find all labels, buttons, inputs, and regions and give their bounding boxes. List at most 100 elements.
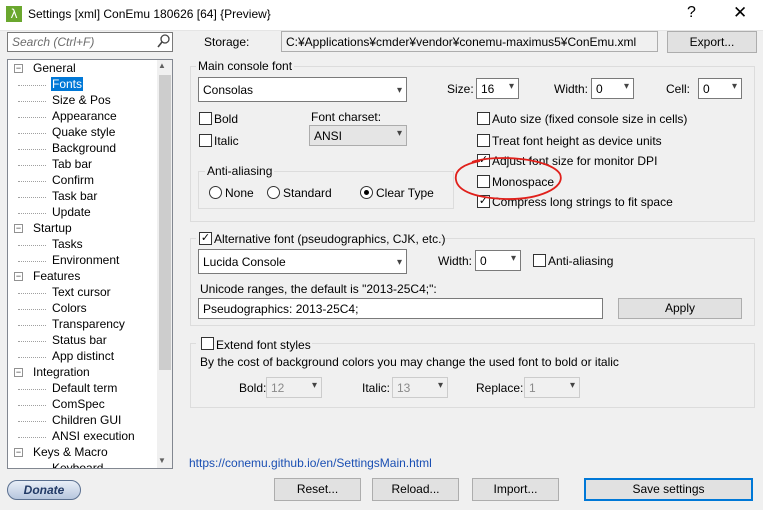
tree-connector bbox=[18, 117, 46, 118]
tree-connector bbox=[18, 181, 46, 182]
treat-height-checkbox[interactable] bbox=[477, 134, 490, 147]
tree-connector bbox=[18, 325, 46, 326]
tree-item-keyboard[interactable]: Keyboard bbox=[51, 461, 104, 468]
italic-checkbox[interactable] bbox=[199, 134, 212, 147]
extend-replace-combo[interactable]: 1 ▾ bbox=[524, 377, 580, 398]
scroll-up-arrow-icon[interactable]: ▲ bbox=[158, 61, 166, 70]
tree-item-environment[interactable]: Environment bbox=[51, 253, 120, 267]
aa-standard-label: Standard bbox=[283, 186, 332, 200]
donate-button[interactable]: Donate bbox=[7, 480, 81, 500]
apply-button[interactable]: Apply bbox=[618, 298, 742, 319]
tree-item-colors[interactable]: Colors bbox=[51, 301, 88, 315]
tree-item-appearance[interactable]: Appearance bbox=[51, 109, 118, 123]
tree-item-size-pos[interactable]: Size & Pos bbox=[51, 93, 112, 107]
search-icon[interactable] bbox=[156, 33, 172, 49]
tree-item-status-bar[interactable]: Status bar bbox=[51, 333, 108, 347]
extend-italic-value: 13 bbox=[397, 381, 411, 395]
alt-aa-checkbox[interactable] bbox=[533, 254, 546, 267]
extend-bold-combo[interactable]: 12 ▾ bbox=[266, 377, 322, 398]
tree-item-integration[interactable]: Integration bbox=[32, 365, 91, 379]
tree-connector bbox=[18, 421, 46, 422]
tree-item-task-bar[interactable]: Task bar bbox=[51, 189, 98, 203]
import-button[interactable]: Import... bbox=[472, 478, 559, 501]
tree-expander-icon[interactable]: − bbox=[14, 448, 23, 457]
main-font-combo[interactable]: Consolas ▾ bbox=[198, 77, 407, 102]
tree-item-children-gui[interactable]: Children GUI bbox=[51, 413, 122, 427]
search-input[interactable]: Search (Ctrl+F) bbox=[7, 32, 173, 52]
ranges-input[interactable]: Pseudographics: 2013-25C4; bbox=[198, 298, 603, 319]
tree-expander-icon[interactable]: − bbox=[14, 272, 23, 281]
ranges-label: Unicode ranges, the default is "2013-25C… bbox=[200, 282, 437, 296]
cell-combo[interactable]: 0 ▾ bbox=[698, 78, 742, 99]
aa-none-label: None bbox=[225, 186, 254, 200]
tree-connector bbox=[18, 101, 46, 102]
width-combo[interactable]: 0 ▾ bbox=[591, 78, 634, 99]
window-title: Settings [xml] ConEmu 180626 [64] {Previ… bbox=[28, 7, 271, 21]
tree-expander-icon[interactable]: − bbox=[14, 368, 23, 377]
aa-cleartype-label: Clear Type bbox=[376, 186, 434, 200]
tree-item-update[interactable]: Update bbox=[51, 205, 92, 219]
alt-font-combo[interactable]: Lucida Console ▾ bbox=[198, 249, 407, 274]
chevron-down-icon: ▾ bbox=[510, 253, 516, 264]
alt-width-label: Width: bbox=[438, 254, 473, 268]
reset-button[interactable]: Reset... bbox=[274, 478, 361, 501]
size-combo[interactable]: 16 ▾ bbox=[476, 78, 519, 99]
tree-item-text-cursor[interactable]: Text cursor bbox=[51, 285, 112, 299]
reload-button[interactable]: Reload... bbox=[372, 478, 459, 501]
tree-item-confirm[interactable]: Confirm bbox=[51, 173, 95, 187]
tree-item-startup[interactable]: Startup bbox=[32, 221, 73, 235]
auto-size-checkbox[interactable] bbox=[477, 112, 490, 125]
tree-connector bbox=[18, 197, 46, 198]
tree-connector bbox=[18, 341, 46, 342]
tree-item-default-term[interactable]: Default term bbox=[51, 381, 118, 395]
extend-checkbox[interactable] bbox=[201, 337, 214, 350]
cell-label: Cell: bbox=[666, 82, 691, 96]
tree-expander-icon[interactable]: − bbox=[14, 224, 23, 233]
tree-connector bbox=[18, 133, 46, 134]
aa-cleartype-radio[interactable] bbox=[360, 186, 373, 199]
alt-font-title: Alternative font (pseudographics, CJK, e… bbox=[214, 232, 446, 246]
tree-connector bbox=[18, 357, 46, 358]
extend-replace-value: 1 bbox=[529, 381, 536, 395]
charset-combo[interactable]: ANSI ▾ bbox=[309, 125, 407, 146]
storage-path[interactable]: C:¥Applications¥cmder¥vendor¥conemu-maxi… bbox=[281, 31, 658, 52]
alt-width-combo[interactable]: 0 ▾ bbox=[475, 250, 521, 271]
tree-item-keys-macro[interactable]: Keys & Macro bbox=[32, 445, 109, 459]
tree-item-tab-bar[interactable]: Tab bar bbox=[51, 157, 93, 171]
help-link[interactable]: https://conemu.github.io/en/SettingsMain… bbox=[189, 456, 432, 470]
aa-standard-radio[interactable] bbox=[267, 186, 280, 199]
extend-group bbox=[190, 343, 755, 408]
extend-italic-combo[interactable]: 13 ▾ bbox=[392, 377, 448, 398]
tree-item-app-distinct[interactable]: App distinct bbox=[51, 349, 115, 363]
tree-item-transparency[interactable]: Transparency bbox=[51, 317, 126, 331]
chevron-down-icon: ▾ bbox=[396, 257, 402, 268]
tree-item-tasks[interactable]: Tasks bbox=[51, 237, 84, 251]
bold-checkbox[interactable] bbox=[199, 112, 212, 125]
chevron-down-icon: ▾ bbox=[569, 380, 575, 391]
tree-item-fonts[interactable]: Fonts bbox=[51, 77, 84, 91]
charset-value: ANSI bbox=[314, 129, 343, 143]
treat-height-label: Treat font height as device units bbox=[492, 134, 662, 148]
help-button[interactable]: ? bbox=[687, 4, 696, 22]
tree-item-features[interactable]: Features bbox=[32, 269, 81, 283]
tree-item-general[interactable]: General bbox=[32, 61, 77, 75]
tree-item-ansi-execution[interactable]: ANSI execution bbox=[51, 429, 136, 443]
width-value: 0 bbox=[596, 82, 603, 96]
close-button[interactable]: ✕ bbox=[733, 3, 747, 23]
tree-connector bbox=[18, 293, 46, 294]
tree-scroll-thumb[interactable] bbox=[159, 75, 171, 370]
tree-item-comspec[interactable]: ComSpec bbox=[51, 397, 106, 411]
annotation-circle-icon bbox=[454, 157, 562, 200]
tree-item-quake-style[interactable]: Quake style bbox=[51, 125, 116, 139]
app-icon: λ bbox=[6, 6, 22, 22]
alt-font-checkbox[interactable]: ✓ bbox=[199, 232, 212, 245]
chevron-down-icon: ▾ bbox=[396, 128, 402, 139]
scroll-down-arrow-icon[interactable]: ▼ bbox=[158, 456, 166, 465]
tree-expander-icon[interactable]: − bbox=[14, 64, 23, 73]
export-button[interactable]: Export... bbox=[667, 31, 757, 53]
extend-replace-label: Replace: bbox=[476, 381, 524, 395]
tree-item-background[interactable]: Background bbox=[51, 141, 117, 155]
settings-tree[interactable]: − General Fonts Size & Pos Appearance Quake s… bbox=[7, 59, 173, 469]
aa-none-radio[interactable] bbox=[209, 186, 222, 199]
save-settings-button[interactable]: Save settings bbox=[584, 478, 753, 501]
